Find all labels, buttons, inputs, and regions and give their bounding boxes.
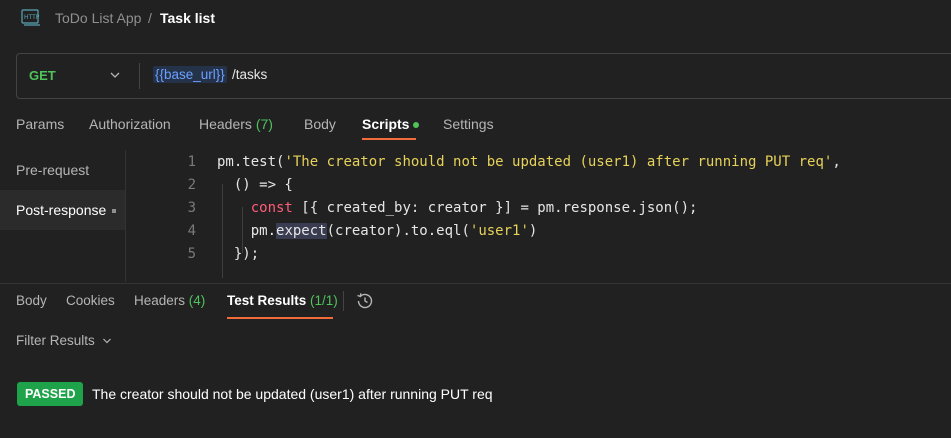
code-token: (creator).to.eql( — [326, 223, 470, 239]
code-token: [{ created_by: creator }] = pm.response.… — [292, 200, 698, 216]
code-token: ) — [528, 223, 538, 239]
tab-label: Body — [304, 116, 336, 132]
request-tabs: Params Authorization Headers (7) Body Sc… — [0, 108, 951, 140]
code-text: const [{ created_by: creator }] = pm.res… — [217, 200, 698, 216]
response-tabs: Body Cookies Headers (4) Test Results (1… — [0, 284, 951, 320]
code-token: }); — [217, 246, 260, 262]
code-text: pm.test('The creator should not be updat… — [217, 154, 841, 170]
line-number: 2 — [187, 177, 196, 193]
line-number: 4 — [187, 223, 196, 239]
tab-label: Settings — [443, 116, 494, 132]
tab-label: Authorization — [89, 116, 171, 132]
line-number: 3 — [187, 200, 196, 216]
tab-settings[interactable]: Settings — [443, 116, 494, 132]
test-result-name: The creator should not be updated (user1… — [92, 386, 493, 402]
code-line[interactable]: 1 pm.test('The creator should not be upda… — [126, 154, 951, 177]
code-token: pm. — [217, 223, 277, 239]
tab-scripts[interactable]: Scripts — [362, 116, 420, 132]
tab-body[interactable]: Body — [304, 116, 336, 132]
tab-count: (7) — [255, 116, 273, 132]
active-indicator-dot — [413, 122, 420, 129]
script-nav-label: Post-response — [16, 202, 107, 218]
status-badge: PASSED — [17, 382, 84, 406]
tab-label: Headers — [134, 293, 186, 308]
script-nav-label: Pre-request — [16, 162, 90, 178]
code-token: , — [832, 154, 841, 170]
tab-authorization[interactable]: Authorization — [89, 116, 171, 132]
method-select[interactable]: GET — [29, 68, 56, 83]
tab-separator — [343, 291, 344, 311]
code-line[interactable]: 2 () => { — [126, 177, 951, 200]
url-divider — [139, 63, 140, 89]
code-token: expect — [276, 223, 327, 239]
code-line[interactable]: 4 pm.expect(creator).to.eql('user1') — [126, 223, 951, 246]
tab-count: (1/1) — [310, 293, 338, 308]
code-token: const — [250, 200, 293, 216]
tab-test-results[interactable]: Test Results (1/1) — [227, 293, 338, 308]
code-line[interactable]: 5 }); — [126, 246, 951, 269]
line-number: 1 — [187, 154, 196, 170]
http-icon: HTTP — [21, 9, 40, 26]
code-token: pm.test( — [217, 154, 285, 170]
tab-headers[interactable]: Headers (7) — [199, 116, 273, 132]
script-nav-post-response[interactable]: Post-response — [0, 190, 126, 230]
tab-label: Headers — [199, 116, 252, 132]
script-nav-pre-request[interactable]: Pre-request — [0, 150, 126, 190]
code-editor[interactable]: 1 pm.test('The creator should not be upda… — [126, 150, 951, 282]
chevron-down-icon[interactable] — [102, 336, 112, 346]
tab-label: Test Results — [227, 293, 307, 308]
tab-label: Scripts — [362, 116, 410, 132]
page-title[interactable]: Task list — [160, 10, 215, 26]
script-nav: Pre-request Post-response — [0, 150, 126, 282]
test-result-row: PASSED The creator should not be updated… — [16, 382, 946, 406]
code-text: () => { — [217, 177, 293, 193]
code-token: 'user1' — [469, 223, 529, 239]
code-text: pm.expect(creator).to.eql('user1') — [217, 223, 537, 239]
url-bar: GET {{base_url}} /tasks — [16, 53, 951, 99]
line-number: 5 — [187, 246, 196, 262]
breadcrumb-separator: / — [148, 10, 152, 26]
modified-indicator — [112, 209, 117, 214]
active-tab-underline — [227, 317, 333, 319]
url-variable[interactable]: {{base_url}} — [153, 66, 227, 83]
tab-label: Cookies — [66, 293, 115, 308]
filter-results-dropdown[interactable]: Filter Results — [16, 333, 95, 348]
url-input[interactable]: /tasks — [232, 67, 267, 82]
code-text: }); — [217, 246, 259, 262]
code-token: () => { — [217, 177, 293, 193]
tab-label: Body — [16, 293, 47, 308]
active-tab-underline — [362, 138, 416, 140]
tab-label: Params — [16, 116, 65, 132]
tab-count: (4) — [188, 293, 206, 308]
tab-params[interactable]: Params — [16, 116, 64, 132]
code-token: 'The creator should not be updated (user… — [284, 154, 833, 170]
history-icon[interactable] — [355, 291, 375, 311]
tab-response-headers[interactable]: Headers (4) — [134, 293, 205, 308]
tab-response-body[interactable]: Body — [16, 293, 47, 308]
tab-cookies[interactable]: Cookies — [66, 293, 115, 308]
app-root: HTTP ToDo List App / Task list GET {{bas… — [0, 0, 951, 438]
code-line[interactable]: 3 const [{ created_by: creator }] = pm.r… — [126, 200, 951, 223]
svg-text:HTTP: HTTP — [24, 14, 40, 21]
chevron-down-icon[interactable] — [109, 69, 121, 81]
breadcrumb-app[interactable]: ToDo List App — [55, 10, 141, 26]
header: HTTP ToDo List App / Task list — [0, 0, 951, 38]
